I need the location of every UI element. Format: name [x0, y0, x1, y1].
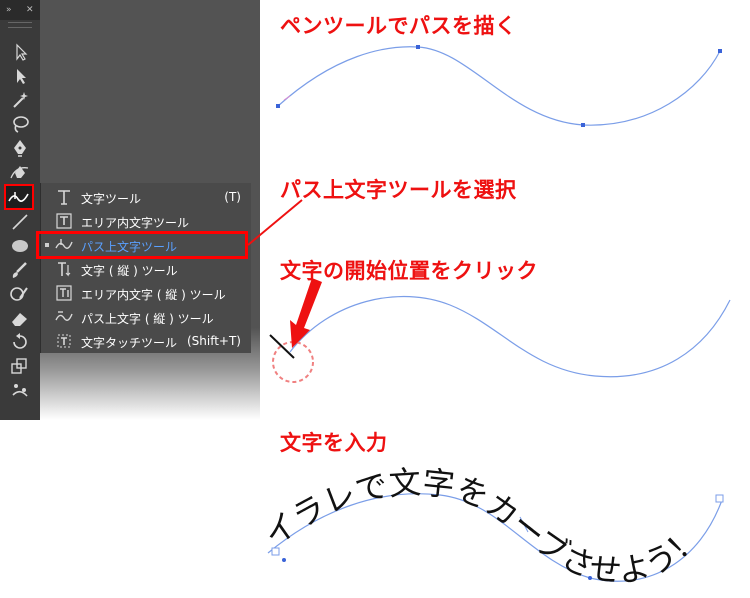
path-end-handle[interactable]: [715, 494, 724, 503]
path-text-content: イラレで文字をカーブさせよう！: [257, 463, 709, 590]
anchor-point: [718, 49, 722, 53]
anchor-point: [416, 45, 420, 49]
path-text: イラレで文字をカーブさせよう！: [257, 463, 709, 590]
type-cursor-line: [269, 334, 295, 359]
target-path-curve: [289, 295, 731, 378]
pen-cursor-icon: [283, 95, 291, 101]
pen-path-curve: [277, 46, 721, 126]
step4-heading: 文字を入力: [280, 431, 388, 455]
pointer-arrow-icon: [290, 278, 322, 348]
step2-heading: パス上文字ツールを選択: [280, 178, 517, 202]
illustration-canvas: イラレで文字をカーブさせよう！: [247, 45, 731, 590]
step3-heading: 文字の開始位置をクリック: [280, 259, 538, 283]
anchor-point: [282, 558, 286, 562]
step1-heading: ペンツールでパスを描く: [280, 14, 517, 38]
callout-line: [247, 199, 303, 246]
anchor-point: [581, 123, 585, 127]
anchor-point: [276, 104, 280, 108]
